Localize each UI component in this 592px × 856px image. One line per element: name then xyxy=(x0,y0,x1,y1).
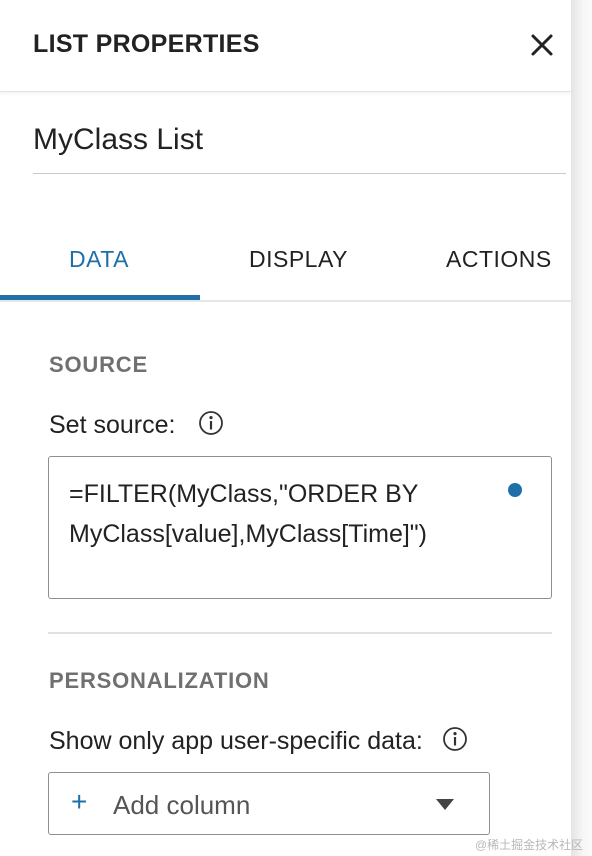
info-icon[interactable] xyxy=(442,726,468,752)
personalization-heading: PERSONALIZATION xyxy=(49,668,270,693)
source-formula-input[interactable]: =FILTER(MyClass,"ORDER BY MyClass[value]… xyxy=(48,456,552,599)
tab-data[interactable]: DATA xyxy=(0,222,200,300)
close-button[interactable] xyxy=(526,30,558,60)
list-name-field[interactable]: MyClass List xyxy=(33,116,566,174)
source-heading: SOURCE xyxy=(49,352,148,377)
list-properties-panel: LIST PROPERTIES MyClass List DATA DISPLA… xyxy=(0,0,571,856)
panel-edge-shadow xyxy=(571,0,592,856)
list-name-value[interactable]: MyClass List xyxy=(33,123,203,157)
add-column-select[interactable]: + Add column xyxy=(48,772,490,835)
set-source-label: Set source: xyxy=(49,411,176,439)
tab-display[interactable]: DISPLAY xyxy=(200,222,390,300)
active-tab-indicator xyxy=(0,295,200,300)
set-source-label-row: Set source: xyxy=(49,410,224,440)
tab-display-label[interactable]: DISPLAY xyxy=(249,246,348,273)
panel-header: LIST PROPERTIES xyxy=(0,0,571,92)
add-column-placeholder[interactable]: Add column xyxy=(113,790,250,821)
tab-bar: DATA DISPLAY ACTIONS xyxy=(0,222,571,302)
caret-down-icon[interactable] xyxy=(435,798,455,811)
source-formula-text[interactable]: =FILTER(MyClass,"ORDER BY MyClass[value]… xyxy=(69,474,489,554)
user-specific-label: Show only app user-specific data: xyxy=(49,727,423,755)
info-icon[interactable] xyxy=(198,410,224,436)
tab-data-label[interactable]: DATA xyxy=(69,246,129,273)
watermark: @稀土掘金技术社区 xyxy=(475,838,584,852)
section-divider xyxy=(48,632,552,634)
close-icon[interactable] xyxy=(526,30,558,60)
plus-icon: + xyxy=(71,786,88,817)
tab-actions-label[interactable]: ACTIONS xyxy=(446,246,552,273)
formula-status-dot xyxy=(508,483,522,497)
panel-title: LIST PROPERTIES xyxy=(33,30,260,58)
user-specific-label-row: Show only app user-specific data: xyxy=(49,726,468,756)
tab-actions[interactable]: ACTIONS xyxy=(390,222,571,300)
